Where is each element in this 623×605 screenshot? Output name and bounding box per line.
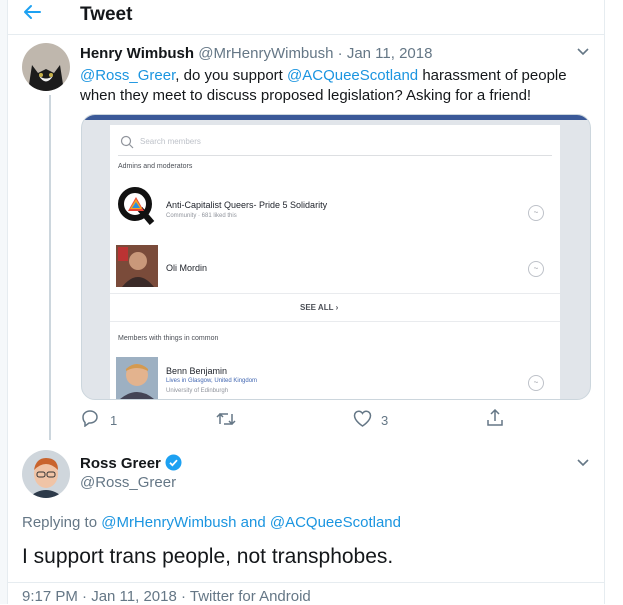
tweet2-handle[interactable]: @Ross_Greer [80, 474, 176, 491]
fb-message-icon-3: ~ [528, 375, 544, 391]
share-icon[interactable] [486, 408, 506, 429]
tweet2-more-chevron-icon[interactable] [576, 455, 590, 472]
fb-group-logo [116, 185, 156, 225]
fb-member-benn: Benn Benjamin [166, 366, 228, 376]
tweet1-date[interactable]: Jan 11, 2018 [347, 45, 433, 62]
fb-message-icon: ~ [528, 205, 544, 221]
fb-see-all: SEE ALL › [300, 303, 339, 312]
replying-prefix: Replying to [22, 514, 102, 531]
media-topbar [82, 115, 590, 120]
fb-avatar-benn [116, 357, 158, 399]
fb-group-sub: Community · 681 liked this [166, 213, 237, 219]
tweet1-handle[interactable]: @MrHenryWimbush [198, 45, 333, 62]
fb-search-bar: Search members [118, 131, 552, 156]
column-border [604, 0, 605, 604]
tweet1-header: Henry Wimbush @MrHenryWimbush · Jan 11, … [80, 45, 432, 62]
avatar-ross-greer[interactable] [22, 450, 70, 498]
tweet1-text-part2: harassment of people [418, 67, 567, 84]
reply-icon[interactable] [81, 409, 101, 429]
tweet1-text: @Ross_Greer, do you support @ACQueeScotl… [80, 66, 595, 106]
left-scroll-rail [0, 0, 8, 604]
replying-mention-henry[interactable]: @MrHenryWimbush [101, 514, 236, 531]
like-icon[interactable] [353, 410, 373, 430]
fb-members-panel: Search members Admins and moderators Ant… [110, 125, 560, 399]
fb-member-benn-location: Lives in Glasgow, United Kingdom [166, 378, 258, 384]
avatar-henry-wimbush[interactable] [22, 43, 70, 91]
tweet1-separator: · [337, 45, 343, 62]
tweet2-author-name[interactable]: Ross Greer [80, 455, 161, 472]
tweet1-text-part1: , do you support [175, 67, 288, 84]
replying-and: and [236, 514, 270, 531]
tweet2-author: Ross Greer [80, 454, 182, 475]
back-arrow-icon[interactable] [22, 2, 52, 24]
fb-divider-2 [110, 321, 560, 322]
tweet1-text-line2: when they meet to discuss proposed legis… [80, 87, 532, 104]
mention-acqueescotland[interactable]: @ACQueeScotland [287, 67, 418, 84]
fb-message-icon-2: ~ [528, 261, 544, 277]
fb-divider [110, 293, 560, 294]
fb-section-admins: Admins and moderators [118, 163, 193, 170]
fb-search-placeholder: Search members [140, 137, 201, 146]
fb-member-oli: Oli Mordin [166, 263, 208, 273]
thread-line [49, 95, 51, 440]
divider [8, 582, 604, 583]
fb-group-name: Anti-Capitalist Queers- Pride 5 Solidari… [166, 200, 328, 210]
tweet1-author-name[interactable]: Henry Wimbush [80, 45, 194, 62]
replying-mention-acqueescotland[interactable]: @ACQueeScotland [270, 514, 401, 531]
page-title: Tweet [80, 4, 133, 25]
replying-to-line: Replying to @MrHenryWimbush and @ACQueeS… [22, 514, 401, 531]
fb-member-benn-education: University of Edinburgh [166, 388, 229, 394]
tweet1-more-chevron-icon[interactable] [576, 44, 590, 61]
mention-ross-greer[interactable]: @Ross_Greer [80, 67, 175, 84]
fb-section-common: Members with things in common [118, 335, 219, 342]
fb-avatar-oli [116, 245, 158, 287]
tweet2-meta[interactable]: 9:17 PM · Jan 11, 2018 · Twitter for And… [22, 588, 311, 605]
verified-badge-icon [165, 454, 182, 475]
reply-count: 1 [110, 413, 118, 428]
tweet1-media-image[interactable]: Search members Admins and moderators Ant… [81, 114, 591, 400]
fb-search-icon [120, 135, 134, 149]
like-count: 3 [381, 413, 389, 428]
retweet-icon[interactable] [216, 410, 238, 430]
tweet2-text: I support trans people, not transphobes. [22, 545, 394, 568]
